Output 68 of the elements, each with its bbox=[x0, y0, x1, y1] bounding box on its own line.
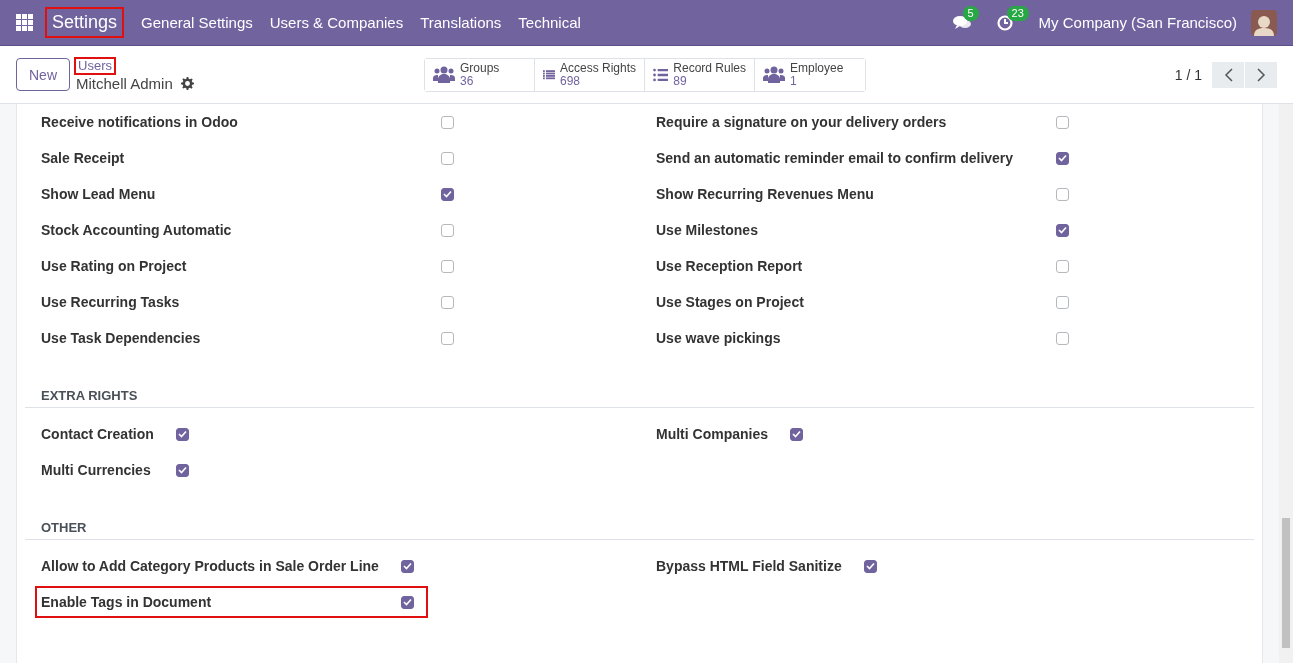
setting-label: Use Milestones bbox=[656, 222, 758, 238]
breadcrumb-link[interactable]: Users bbox=[74, 57, 116, 75]
menu-item[interactable]: General Settings bbox=[141, 14, 253, 31]
setting-label: Use Stages on Project bbox=[656, 294, 804, 310]
clock-icon[interactable] bbox=[996, 14, 1013, 31]
checkbox[interactable] bbox=[1056, 295, 1069, 309]
chevron-right-icon bbox=[1256, 67, 1266, 82]
pager-counter: 1 / 1 bbox=[1174, 66, 1202, 83]
scrollbar[interactable] bbox=[1279, 104, 1293, 663]
new-button[interactable]: New bbox=[16, 58, 70, 91]
count-badge: 5 bbox=[962, 5, 979, 21]
next-button[interactable] bbox=[1245, 61, 1277, 88]
setting-label: Receive notifications in Odoo bbox=[41, 114, 238, 130]
setting-label: Use Task Dependencies bbox=[41, 330, 201, 346]
setting-label: Require a signature on your delivery orders bbox=[656, 114, 947, 130]
users-icon bbox=[763, 65, 785, 84]
menu-item[interactable]: Translations bbox=[420, 14, 502, 31]
checkbox[interactable] bbox=[175, 427, 189, 441]
checkbox[interactable] bbox=[790, 427, 803, 441]
setting-label: Sale Receipt bbox=[41, 150, 125, 166]
setting-label: Use Reception Report bbox=[656, 258, 803, 274]
setting-label: Send an automatic reminder email to confirm delivery bbox=[656, 150, 1014, 166]
setting-label: Bypass HTML Field Sanitize bbox=[656, 558, 842, 574]
checkbox[interactable] bbox=[1056, 223, 1069, 237]
scrollbar-thumb[interactable] bbox=[1282, 518, 1290, 648]
setting-label: Use Recurring Tasks bbox=[41, 294, 180, 310]
setting-label: Multi Currencies bbox=[41, 462, 151, 478]
checkbox[interactable] bbox=[441, 223, 454, 237]
setting-label: Use Rating on Project bbox=[41, 258, 187, 274]
apps-grid-icon[interactable] bbox=[16, 14, 33, 31]
settings-icon[interactable] bbox=[180, 77, 194, 90]
app-name[interactable]: Settings bbox=[45, 7, 125, 38]
section-title: OTHER bbox=[25, 488, 1254, 540]
setting-label: Stock Accounting Automatic bbox=[41, 222, 232, 238]
checkbox[interactable] bbox=[863, 559, 877, 573]
smart-button[interactable]: Groups 36 bbox=[425, 58, 535, 91]
checkbox[interactable] bbox=[441, 259, 454, 273]
company-name[interactable]: My Company (San Francisco) bbox=[1038, 14, 1237, 31]
section-title: EXTRA RIGHTS bbox=[25, 356, 1254, 408]
checkbox[interactable] bbox=[441, 115, 454, 129]
setting-label: Allow to Add Category Products in Sale Order Line bbox=[41, 558, 379, 574]
menu-item[interactable]: Users & Companies bbox=[269, 14, 404, 31]
checkbox[interactable] bbox=[1056, 115, 1069, 129]
checkbox[interactable] bbox=[441, 295, 454, 309]
checkbox[interactable] bbox=[400, 559, 414, 573]
checkbox[interactable] bbox=[441, 187, 454, 201]
bullet-list-icon bbox=[653, 66, 669, 83]
checkbox[interactable] bbox=[1056, 331, 1069, 345]
setting-label: Contact Creation bbox=[41, 426, 154, 442]
checkbox[interactable] bbox=[441, 331, 454, 345]
checkbox[interactable] bbox=[175, 463, 189, 477]
previous-button[interactable] bbox=[1212, 61, 1244, 88]
checkbox[interactable] bbox=[441, 151, 454, 165]
setting-label: Use wave pickings bbox=[656, 330, 781, 346]
setting-label: Enable Tags in Document bbox=[41, 594, 212, 610]
avatar[interactable] bbox=[1251, 9, 1277, 36]
setting-label: Show Lead Menu bbox=[41, 186, 156, 202]
setting-label: Multi Companies bbox=[656, 426, 768, 442]
count-badge: 23 bbox=[1006, 5, 1029, 21]
menu-item[interactable]: Technical bbox=[518, 14, 581, 31]
record-title: Mitchell Admin bbox=[76, 75, 173, 92]
checkbox[interactable] bbox=[1056, 187, 1069, 201]
chevron-left-icon bbox=[1223, 67, 1233, 82]
checkbox[interactable] bbox=[1056, 151, 1069, 165]
users-icon bbox=[433, 65, 455, 84]
checkbox[interactable] bbox=[400, 595, 414, 609]
setting-label: Show Recurring Revenues Menu bbox=[656, 186, 874, 202]
checkbox[interactable] bbox=[1056, 259, 1069, 273]
